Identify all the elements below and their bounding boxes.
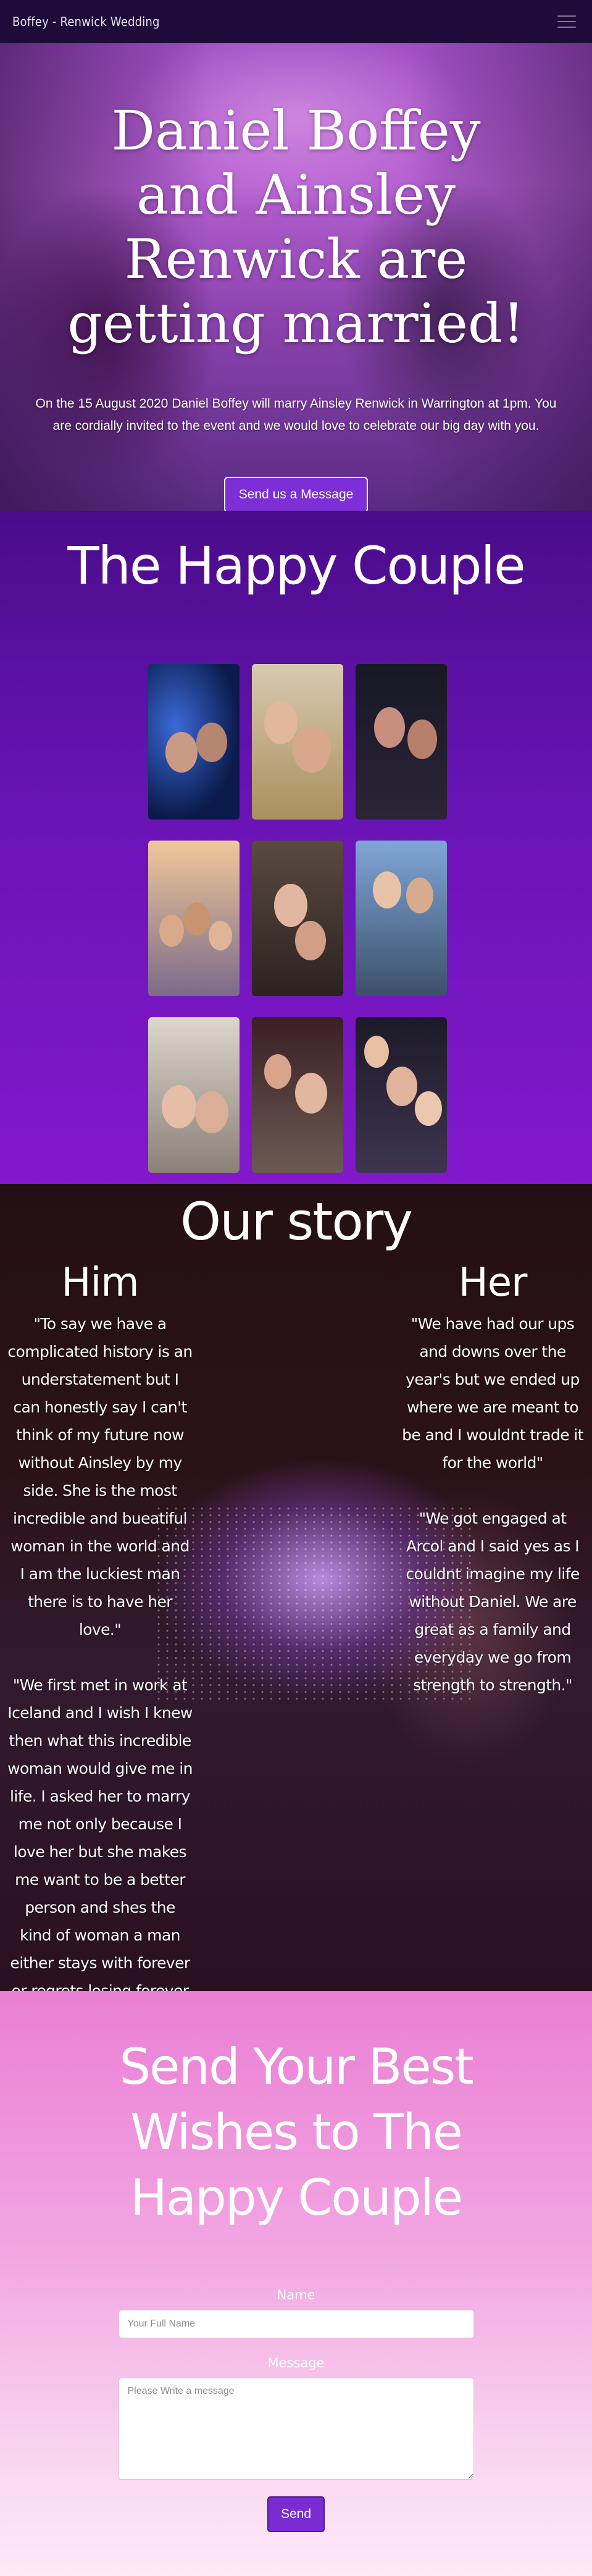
her-column: Her "We have had our ups and downs over … [400, 1258, 585, 1727]
gallery-photo-4[interactable] [148, 841, 240, 996]
happy-couple-title: The Happy Couple [67, 535, 525, 596]
send-button[interactable]: Send [267, 2496, 325, 2532]
happy-couple-section: The Happy Couple [0, 511, 592, 1184]
hero-section: Daniel Boffey and Ainsley Renwick are ge… [0, 43, 592, 511]
navbar: Boffey - Renwick Wedding [0, 0, 592, 43]
photo-gallery [148, 664, 447, 1173]
wishes-title: Send Your Best Wishes to The Happy Coupl… [119, 2038, 473, 2226]
name-input[interactable] [118, 2310, 474, 2338]
our-story-section: Our story Him "To say we have a complica… [0, 1184, 592, 1991]
hero-title: Daniel Boffey and Ainsley Renwick are ge… [67, 99, 525, 355]
hero-content: Daniel Boffey and Ainsley Renwick are ge… [0, 99, 592, 511]
our-story-title: Our story [180, 1191, 413, 1252]
her-heading: Her [458, 1260, 528, 1306]
message-label: Message [267, 2356, 325, 2370]
him-column: Him "To say we have a complicated histor… [7, 1258, 193, 1991]
hamburger-menu-icon[interactable] [554, 12, 580, 31]
gallery-photo-6[interactable] [355, 841, 447, 996]
gallery-photo-2[interactable] [251, 664, 343, 820]
gallery-photo-8[interactable] [251, 1017, 343, 1173]
him-heading: Him [61, 1260, 139, 1306]
gallery-photo-3[interactable] [355, 664, 447, 820]
him-paragraph-2: "We first met in work at Iceland and I w… [7, 1676, 193, 1991]
him-paragraph-1: "To say we have a complicated history is… [7, 1315, 193, 1638]
her-paragraph-1: "We have had our ups and downs over the … [402, 1315, 583, 1472]
name-label: Name [277, 2288, 315, 2302]
hero-lead-text: On the 15 August 2020 Daniel Boffey will… [35, 396, 557, 433]
gallery-photo-7[interactable] [148, 1017, 240, 1173]
brand-link[interactable]: Boffey - Renwick Wedding [12, 14, 160, 29]
gallery-photo-9[interactable] [355, 1017, 447, 1173]
message-textarea[interactable] [118, 2378, 474, 2480]
her-paragraph-2: "We got engaged at Arcol and I said yes … [406, 1509, 580, 1694]
send-message-button[interactable]: Send us a Message [223, 477, 369, 511]
wishes-section: Send Your Best Wishes to The Happy Coupl… [0, 1991, 592, 2576]
wishes-form: Name Message Send [118, 2288, 474, 2532]
gallery-photo-5[interactable] [251, 841, 343, 996]
gallery-photo-1[interactable] [148, 664, 240, 820]
